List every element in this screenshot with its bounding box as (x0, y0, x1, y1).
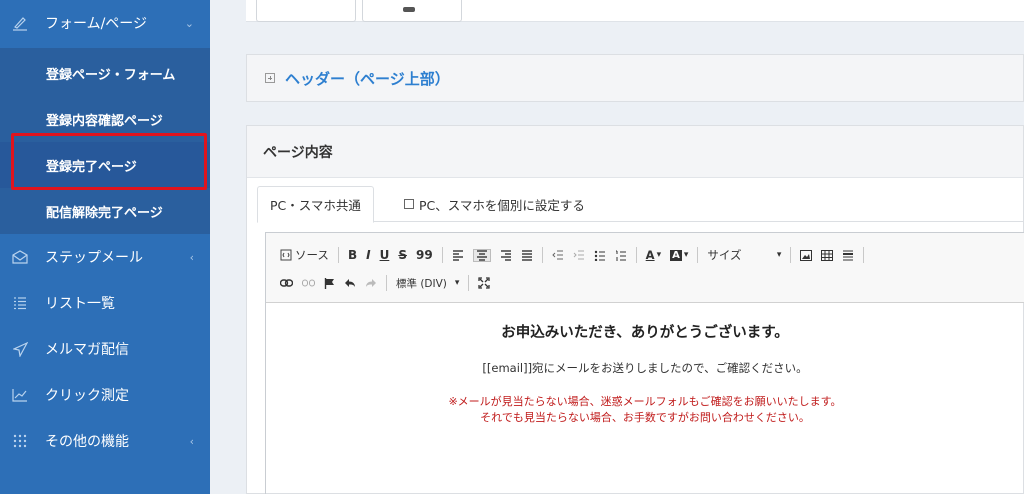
align-justify-icon[interactable] (521, 249, 533, 261)
source-icon (280, 249, 292, 261)
chevron-left-icon: ‹ (189, 434, 194, 448)
submenu-item-unsubscribe-page[interactable]: 配信解除完了ページ (0, 188, 210, 234)
source-button[interactable]: ソース (280, 247, 329, 263)
anchor-flag-icon[interactable] (324, 277, 335, 289)
sidebar-item-form-page[interactable]: フォーム/ページ ⌄ (0, 0, 210, 46)
sidebar: フォーム/ページ ⌄ 登録ページ・フォーム 登録内容確認ページ 登録完了ページ … (0, 0, 210, 494)
sidebar-item-label: メルマガ配信 (45, 342, 129, 358)
chart-line-icon (10, 388, 30, 402)
sidebar-item-label: その他の機能 (45, 434, 129, 450)
italic-button[interactable]: I (366, 248, 370, 262)
link-icon[interactable] (280, 278, 293, 288)
undo-icon[interactable] (344, 278, 356, 288)
device-selector-card (246, 0, 1024, 22)
underline-button[interactable]: U (380, 248, 390, 262)
tab-common[interactable]: PC・スマホ共通 (257, 186, 374, 223)
spam-note-line-1: ※メールが見当たらない場合、迷惑メールフォルもご確認をお願いいたします。 (448, 395, 842, 408)
sidebar-item-label: リスト一覧 (45, 296, 115, 312)
redo-icon[interactable] (365, 278, 377, 288)
grid-icon (10, 434, 30, 448)
tab-label: PC、スマホを個別に設定する (419, 197, 585, 213)
numbered-list-icon[interactable] (615, 250, 627, 261)
chevron-down-icon: ⌄ (184, 16, 194, 30)
sidebar-item-newsletter[interactable]: メルマガ配信 (0, 326, 210, 372)
email-sent-text: [[email]]宛にメールをお送りしましたので、ご確認ください。 (482, 361, 808, 375)
indent-icon[interactable] (573, 250, 585, 261)
spam-note-line-2: それでも見当たらない場合、お手数ですがお問い合わせください。 (480, 411, 810, 424)
header-section-toggle[interactable]: ヘッダー（ページ上部） (246, 54, 1024, 102)
blockquote-button[interactable]: 99 (416, 248, 433, 262)
bulleted-list-icon[interactable] (594, 250, 606, 261)
envelope-icon (10, 250, 30, 264)
image-icon[interactable] (800, 249, 813, 261)
tabs: PC・スマホ共通 PC、スマホを個別に設定する (257, 186, 1024, 223)
main-content: ヘッダー（ページ上部） ページ内容 PC・スマホ共通 PC、スマホを個別に設定す… (210, 0, 1024, 494)
thanks-heading: お申込みいただき、ありがとうございます。 (501, 325, 789, 341)
toolbar-row-1: ソース B I U S 99 A ▾ A ▾ サイズ ▾ (280, 244, 873, 266)
editor-toolbar: ソース B I U S 99 A ▾ A ▾ サイズ ▾ 標準 (DIV) ▾ (266, 233, 1024, 303)
list-icon (10, 296, 30, 310)
strike-button[interactable]: S (398, 248, 407, 262)
device-thumb-mobile[interactable] (362, 0, 462, 22)
submenu-item-register-form[interactable]: 登録ページ・フォーム (0, 50, 210, 96)
toolbar-row-2: 標準 (DIV) ▾ (280, 272, 499, 294)
chevron-left-icon: ‹ (189, 250, 194, 264)
header-section-title: ヘッダー（ページ上部） (285, 69, 450, 88)
maximize-icon[interactable] (478, 277, 491, 289)
page-content-title: ページ内容 (247, 126, 1023, 178)
align-right-icon[interactable] (500, 249, 512, 261)
page-content-box: ページ内容 PC・スマホ共通 PC、スマホを個別に設定する ソース B I U (246, 125, 1024, 494)
bold-button[interactable]: B (348, 248, 357, 262)
device-thumb-pc[interactable] (256, 0, 356, 22)
sidebar-item-label: ステップメール (45, 250, 143, 266)
editor-content[interactable]: お申込みいただき、ありがとうございます。 [[email]]宛にメールをお送りし… (266, 303, 1024, 426)
format-select[interactable]: 標準 (DIV) ▾ (396, 276, 459, 291)
rich-text-editor: ソース B I U S 99 A ▾ A ▾ サイズ ▾ 標準 (DIV) ▾ … (265, 232, 1024, 494)
align-center-icon[interactable] (472, 248, 491, 262)
align-left-icon[interactable] (452, 249, 464, 261)
sidebar-item-step-mail[interactable]: ステップメール ‹ (0, 234, 210, 280)
font-size-select[interactable]: サイズ ▾ (707, 247, 781, 263)
horizontal-rule-icon[interactable] (842, 250, 854, 261)
unlink-icon[interactable] (302, 279, 315, 288)
paper-plane-icon (10, 341, 30, 357)
sidebar-item-list[interactable]: リスト一覧 (0, 280, 210, 326)
checkbox[interactable] (404, 199, 414, 209)
outdent-icon[interactable] (551, 250, 564, 261)
expand-icon (265, 73, 275, 83)
pencil-icon (10, 15, 30, 31)
sidebar-item-click-tracking[interactable]: クリック測定 (0, 372, 210, 418)
highlight-box (11, 133, 207, 190)
sidebar-item-label: フォーム/ページ (45, 16, 148, 32)
table-icon[interactable] (821, 249, 834, 261)
sidebar-item-other-features[interactable]: その他の機能 ‹ (0, 418, 210, 464)
sidebar-item-label: クリック測定 (45, 388, 129, 404)
spam-note: ※メールが見当たらない場合、迷惑メールフォルもご確認をお願いいたします。 それで… (266, 394, 1024, 426)
tab-separate-settings[interactable]: PC、スマホを個別に設定する (392, 186, 597, 222)
background-color-icon[interactable]: A ▾ (670, 249, 688, 261)
text-color-icon[interactable]: A ▾ (646, 248, 661, 262)
device-indicator (403, 7, 415, 12)
